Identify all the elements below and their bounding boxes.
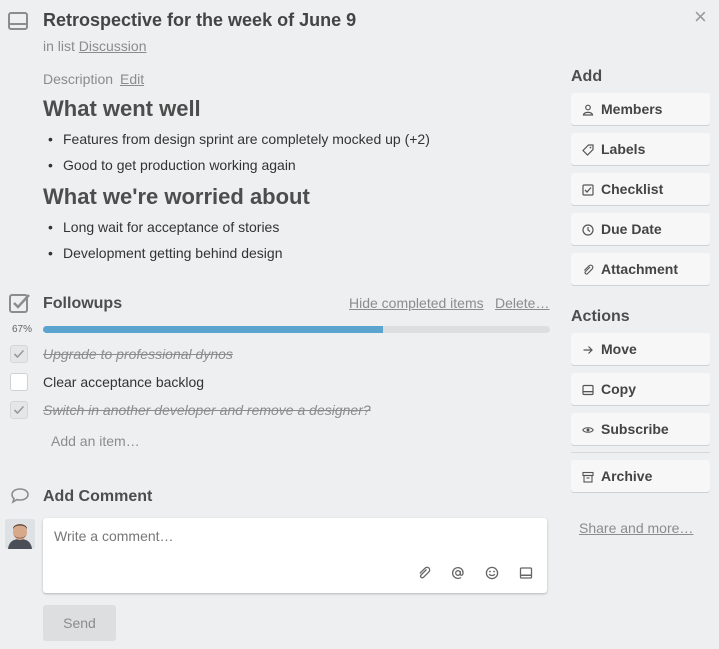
checklist-icon (9, 292, 31, 314)
list-info: in list Discussion (43, 38, 147, 54)
progress-bar (43, 326, 550, 333)
description-heading: What went well (43, 96, 201, 121)
avatar[interactable] (5, 519, 35, 549)
description-label: Description (43, 71, 114, 87)
delete-checklist-link[interactable]: Delete… (495, 295, 549, 311)
share-and-more-link[interactable]: Share and more… (579, 520, 693, 536)
arrow-right-icon (582, 343, 594, 359)
add-item-link[interactable]: Add an item… (51, 433, 140, 449)
tag-icon (582, 143, 594, 159)
add-comment-title: Add Comment (43, 488, 153, 505)
button-label: Labels (601, 141, 646, 157)
send-button[interactable]: Send (43, 605, 116, 641)
checklist-icon (582, 183, 594, 199)
checklist-item[interactable]: Switch in another developer and remove a… (43, 402, 371, 418)
comment-icon (10, 487, 30, 505)
checklist-item[interactable]: Upgrade to professional dynos (43, 346, 233, 362)
checkbox-checked[interactable] (10, 401, 28, 419)
card-icon (582, 383, 594, 399)
button-label: Attachment (601, 261, 679, 277)
card-icon[interactable] (519, 566, 533, 580)
subscribe-button[interactable]: Subscribe (571, 413, 710, 445)
move-button[interactable]: Move (571, 333, 710, 365)
checkbox-checked[interactable] (10, 345, 28, 363)
hide-completed-link[interactable]: Hide completed items (349, 295, 484, 311)
button-label: Checklist (601, 181, 664, 197)
members-button[interactable]: Members (571, 93, 710, 125)
description-bullet: Features from design sprint are complete… (48, 131, 430, 147)
attachment-icon[interactable] (417, 566, 431, 580)
comment-box[interactable] (43, 518, 547, 593)
comment-input[interactable] (54, 528, 524, 544)
attachment-button[interactable]: Attachment (571, 253, 710, 285)
labels-button[interactable]: Labels (571, 133, 710, 165)
checklist-button[interactable]: Checklist (571, 173, 710, 205)
button-label: Move (601, 341, 637, 357)
paperclip-icon (582, 263, 594, 279)
due-date-button[interactable]: Due Date (571, 213, 710, 245)
checkbox-unchecked[interactable] (10, 373, 28, 391)
in-list-prefix: in list (43, 38, 75, 54)
mention-icon[interactable] (451, 566, 465, 580)
person-icon (582, 103, 594, 119)
description-bullet: Long wait for acceptance of stories (48, 219, 279, 235)
list-link[interactable]: Discussion (79, 38, 147, 54)
eye-icon (582, 423, 594, 439)
description-edit-link[interactable]: Edit (120, 71, 144, 87)
actions-heading: Actions (571, 308, 630, 325)
sidebar-divider (571, 452, 710, 453)
description-bullet: Development getting behind design (48, 245, 283, 261)
archive-icon (582, 470, 594, 486)
button-label: Archive (601, 468, 653, 484)
progress-percent: 67% (12, 324, 33, 335)
card-title[interactable]: Retrospective for the week of June 9 (43, 10, 356, 31)
description-heading: What we're worried about (43, 184, 310, 209)
button-label: Members (601, 101, 663, 117)
button-label: Due Date (601, 221, 662, 237)
close-icon[interactable]: × (694, 4, 707, 30)
description-bullet: Good to get production working again (48, 157, 296, 173)
button-label: Subscribe (601, 421, 669, 437)
copy-button[interactable]: Copy (571, 373, 710, 405)
clock-icon (582, 223, 594, 239)
button-label: Copy (601, 381, 636, 397)
progress-fill (43, 326, 383, 333)
checklist-item[interactable]: Clear acceptance backlog (43, 374, 204, 390)
add-heading: Add (571, 68, 603, 85)
checklist-title[interactable]: Followups (43, 295, 122, 313)
emoji-icon[interactable] (485, 566, 499, 580)
card-icon (8, 12, 28, 30)
archive-button[interactable]: Archive (571, 460, 710, 492)
